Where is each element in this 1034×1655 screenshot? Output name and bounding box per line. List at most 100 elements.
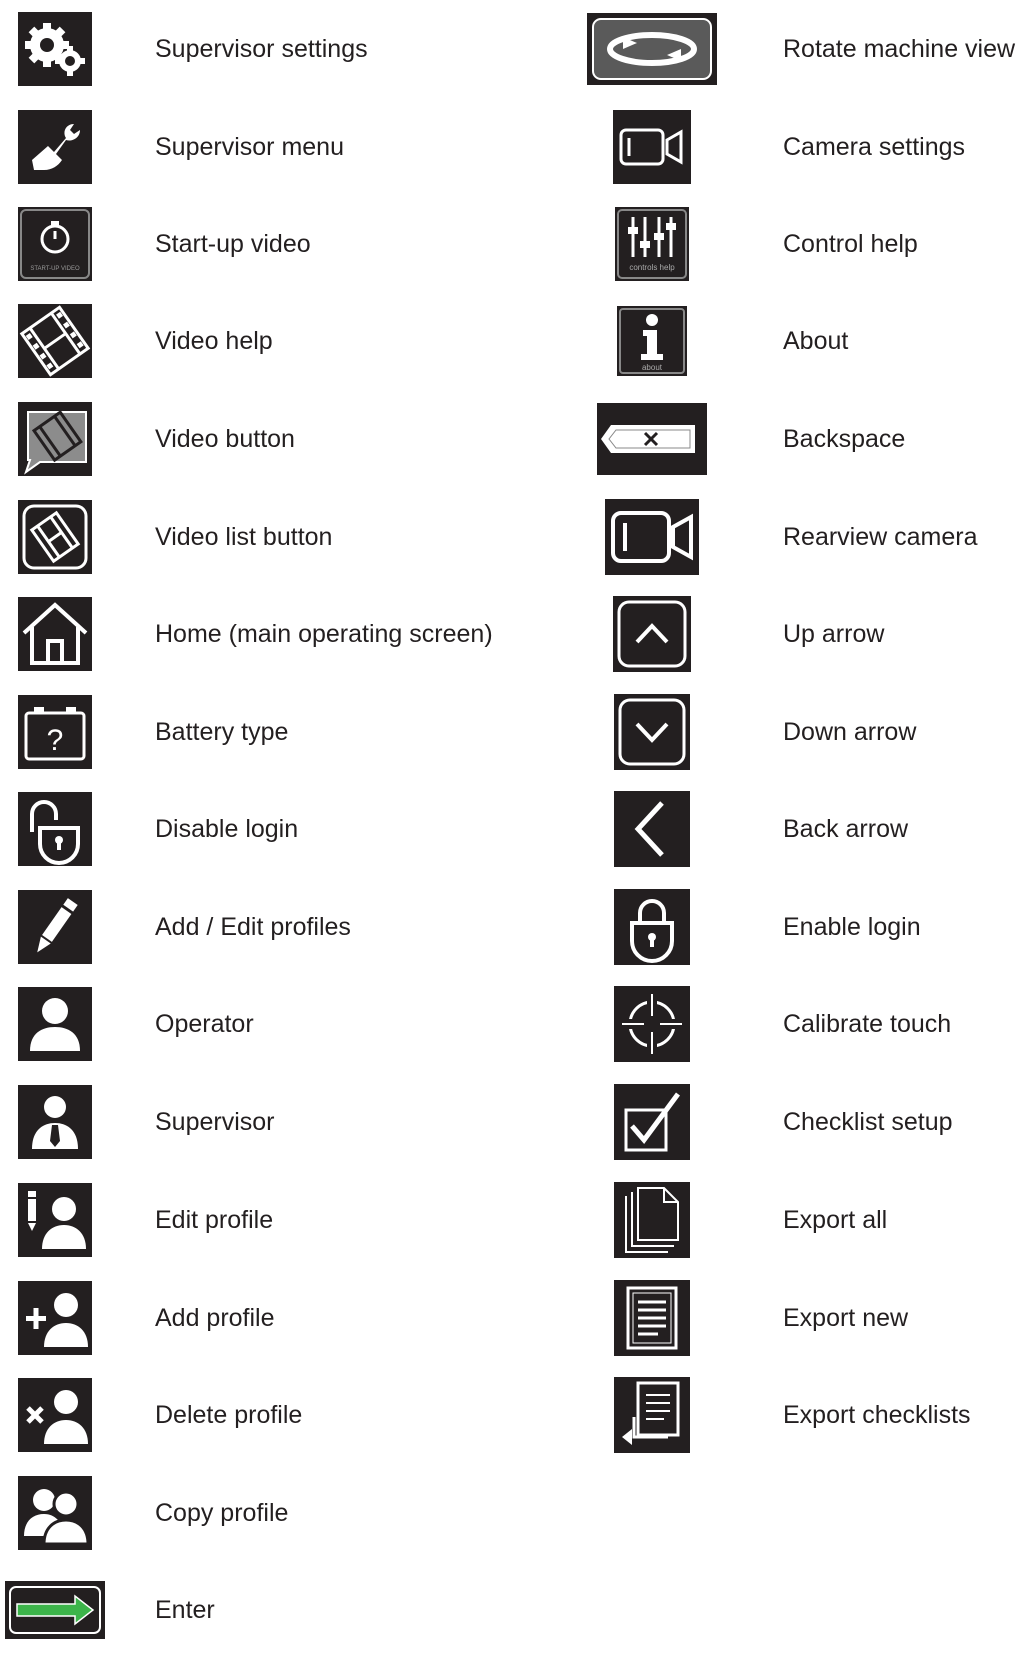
add-profile-icon xyxy=(18,1281,92,1355)
info-icon: about xyxy=(617,306,687,376)
label-supervisor-settings: Supervisor settings xyxy=(155,35,368,63)
label-export-all: Export all xyxy=(783,1206,888,1234)
controls-icon-caption: controls help xyxy=(629,263,675,272)
gears-icon xyxy=(18,12,92,86)
camera-icon xyxy=(613,110,691,184)
checkbox-icon xyxy=(614,1084,690,1160)
lock-icon xyxy=(614,889,690,965)
label-enable-login: Enable login xyxy=(783,913,921,941)
label-edit-profile: Edit profile xyxy=(155,1206,274,1234)
legend-row: Video list button xyxy=(0,492,580,582)
label-home: Home (main operating screen) xyxy=(155,620,493,648)
chevron-left-icon xyxy=(614,791,690,867)
legend-row: Edit profile xyxy=(0,1175,580,1265)
legend-row: controls help Control help xyxy=(580,199,1034,289)
label-video-help: Video help xyxy=(155,327,273,355)
battery-question-icon: ? xyxy=(18,695,92,769)
legend-row: Up arrow xyxy=(580,589,1034,679)
about-icon-caption: about xyxy=(642,363,663,372)
legend-row: Delete profile xyxy=(0,1370,580,1460)
legend-row: about About xyxy=(580,296,1034,386)
chevron-up-icon xyxy=(613,596,691,672)
label-delete-profile: Delete profile xyxy=(155,1401,303,1429)
legend-row: Down arrow xyxy=(580,687,1034,777)
rotate-icon xyxy=(587,13,717,85)
label-start-up-video: Start-up video xyxy=(155,230,311,258)
label-rotate-machine-view: Rotate machine view xyxy=(783,35,1016,63)
supervisor-icon xyxy=(18,1085,92,1159)
label-enter: Enter xyxy=(155,1596,215,1624)
label-disable-login: Disable login xyxy=(155,815,299,843)
edit-profile-icon xyxy=(18,1183,92,1257)
export-checklist-icon xyxy=(614,1377,690,1453)
label-back-arrow: Back arrow xyxy=(783,815,909,843)
label-supervisor: Supervisor xyxy=(155,1108,275,1136)
legend-row: Export all xyxy=(580,1175,1034,1265)
delete-profile-icon xyxy=(18,1378,92,1452)
label-rearview-camera: Rearview camera xyxy=(783,523,978,551)
home-icon xyxy=(18,597,92,671)
legend-row: START-UP VIDEO Start-up video xyxy=(0,199,580,289)
label-backspace: Backspace xyxy=(783,425,906,453)
legend-row: Copy profile xyxy=(0,1468,580,1558)
legend-row: Calibrate touch xyxy=(580,979,1034,1069)
legend-row: Camera settings xyxy=(580,102,1034,192)
legend-row: Supervisor menu xyxy=(0,102,580,192)
crosshair-icon xyxy=(614,986,690,1062)
label-camera-settings: Camera settings xyxy=(783,133,966,161)
legend-row: Enter xyxy=(0,1565,580,1655)
legend-row: Home (main operating screen) xyxy=(0,589,580,679)
label-battery-type: Battery type xyxy=(155,718,289,746)
label-copy-profile: Copy profile xyxy=(155,1499,289,1527)
label-video-list-button: Video list button xyxy=(155,523,333,551)
copy-profile-icon xyxy=(18,1476,92,1550)
pencil-icon xyxy=(18,890,92,964)
legend-row: Rotate machine view xyxy=(580,4,1034,94)
legend-row: Add profile xyxy=(0,1273,580,1363)
label-operator: Operator xyxy=(155,1010,254,1038)
label-up-arrow: Up arrow xyxy=(783,620,885,648)
film-speech-icon xyxy=(18,402,92,476)
legend-row: Disable login xyxy=(0,784,580,874)
legend-row: Add / Edit profiles xyxy=(0,882,580,972)
legend-row: Video help xyxy=(0,296,580,386)
legend-row: Checklist setup xyxy=(580,1077,1034,1167)
legend-row: ? Battery type xyxy=(0,687,580,777)
label-calibrate-touch: Calibrate touch xyxy=(783,1010,952,1038)
documents-icon xyxy=(614,1182,690,1258)
svg-text:?: ? xyxy=(47,724,64,757)
label-export-checklists: Export checklists xyxy=(783,1401,971,1429)
camera-large-icon xyxy=(605,499,699,575)
startup-icon-caption: START-UP VIDEO xyxy=(30,266,80,272)
document-lines-icon xyxy=(614,1280,690,1356)
label-supervisor-menu: Supervisor menu xyxy=(155,133,344,161)
label-video-button: Video button xyxy=(155,425,295,453)
label-export-new: Export new xyxy=(783,1304,909,1332)
label-checklist-setup: Checklist setup xyxy=(783,1108,953,1136)
chevron-down-icon xyxy=(614,694,690,770)
legend-row: Backspace xyxy=(580,394,1034,484)
wrench-hand-icon xyxy=(18,110,92,184)
operator-icon xyxy=(18,987,92,1061)
legend-row: Enable login xyxy=(580,882,1034,972)
sliders-icon: controls help xyxy=(615,207,689,281)
legend-row: Operator xyxy=(0,979,580,1069)
stopwatch-icon: START-UP VIDEO xyxy=(18,207,92,281)
enter-arrow-icon xyxy=(5,1581,105,1639)
label-control-help: Control help xyxy=(783,230,918,258)
label-down-arrow: Down arrow xyxy=(783,718,917,746)
label-add-edit-profiles: Add / Edit profiles xyxy=(155,913,351,941)
legend-row: Video button xyxy=(0,394,580,484)
legend-row: Supervisor settings xyxy=(0,4,580,94)
legend-row: Export new xyxy=(580,1273,1034,1363)
film-list-icon xyxy=(18,500,92,574)
film-icon xyxy=(18,304,92,378)
backspace-icon xyxy=(597,403,707,475)
label-add-profile: Add profile xyxy=(155,1304,275,1332)
legend-row: Rearview camera xyxy=(580,492,1034,582)
legend-row: Back arrow xyxy=(580,784,1034,874)
unlock-icon xyxy=(18,792,92,866)
legend-row: Export checklists xyxy=(580,1370,1034,1460)
legend-row: Supervisor xyxy=(0,1077,580,1167)
label-about: About xyxy=(783,327,849,355)
